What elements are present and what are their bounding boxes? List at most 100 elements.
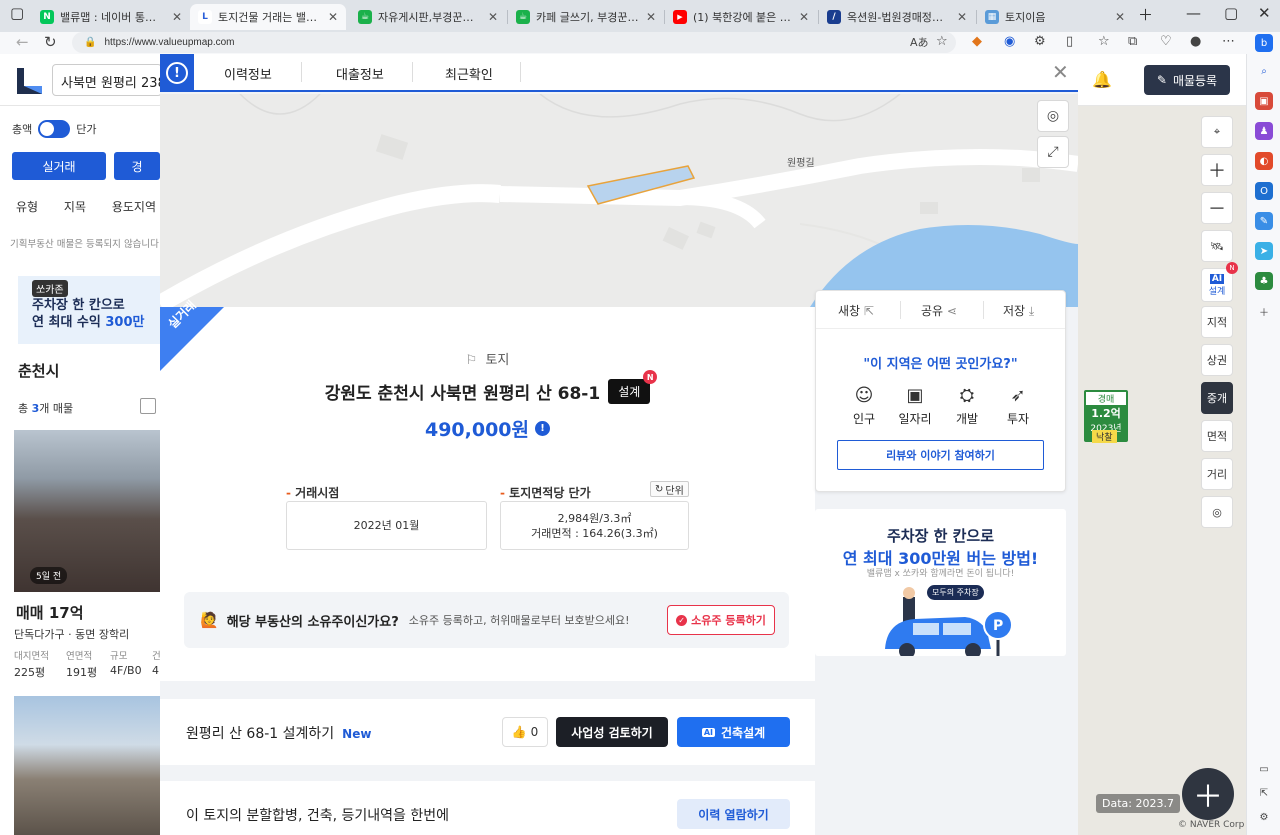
new-window-button[interactable]: 새창 ⇱ [838, 302, 874, 319]
owner-register-button[interactable]: ✓ 소유주 등록하기 [667, 605, 775, 635]
browser-tab-0[interactable]: N 밸류맵 : 네이버 통합검색 ✕ [32, 4, 190, 30]
listing-photo[interactable]: 5일 전 [14, 430, 160, 592]
split-screen-icon[interactable]: ▯ [1066, 34, 1073, 49]
total-unit-switch[interactable] [38, 120, 71, 138]
info-button[interactable]: ! [160, 54, 194, 92]
filter-type[interactable]: 유형 [16, 200, 38, 214]
close-icon[interactable]: ✕ [1115, 10, 1125, 24]
collections-icon[interactable]: ⧉ [1128, 34, 1137, 49]
settings-gear-icon[interactable]: ⚙ [1255, 808, 1273, 826]
favorite-star-icon[interactable]: ☆ [936, 34, 948, 49]
valueupmap-logo-icon[interactable] [14, 66, 44, 96]
cafe-favicon-icon: ☕ [516, 10, 530, 24]
ai-architecture-design-button[interactable]: AI 건축설계 [677, 717, 790, 747]
share-button[interactable]: 공유 ⋖ [921, 302, 957, 319]
category-development[interactable]: ⛭ 개발 [947, 385, 987, 427]
zoom-out-button[interactable]: － [1201, 192, 1233, 224]
tab-loan[interactable]: 대출정보 [336, 64, 384, 83]
sidebar-split-icon[interactable]: ▭ [1255, 760, 1273, 778]
unit-toggle-button[interactable]: ↻ 단위 [650, 481, 689, 497]
register-listing-button[interactable]: ✎ 매물등록 [1144, 65, 1230, 95]
add-icon[interactable]: ＋ [1255, 302, 1273, 320]
profile-avatar-icon[interactable]: ● [1190, 34, 1201, 49]
favorites-icon[interactable]: ☆ [1098, 34, 1110, 49]
browser-tab-1[interactable]: L 토지건물 거래는 밸류맵 ✕ [190, 4, 346, 30]
real-transaction-button[interactable]: 실거래 [12, 152, 106, 180]
close-window-icon[interactable]: ✕ [1258, 4, 1271, 22]
browser-tab-5[interactable]: / 옥션원-법원경매정보No.1 ✕ [819, 4, 975, 30]
minimize-icon[interactable]: — [1186, 4, 1201, 22]
url-input[interactable]: 🔒 https://www.valueupmap.com [72, 32, 956, 53]
extensions-puzzle-icon[interactable]: ⚙ [1034, 34, 1046, 49]
close-icon[interactable]: ✕ [799, 10, 809, 24]
extension-icon[interactable]: ◉ [1004, 34, 1015, 49]
listing-photo[interactable] [14, 696, 160, 835]
expand-map-button[interactable]: ⤢ [1037, 136, 1069, 168]
area-button[interactable]: 면적 [1201, 420, 1233, 452]
filter-checkbox[interactable] [140, 398, 156, 414]
commercial-button[interactable]: 상권 [1201, 344, 1233, 376]
tab-history[interactable]: 이력정보 [224, 64, 272, 83]
browser-tab-2[interactable]: ☕ 자유게시판,부경꾼의 재테크 인 ✕ [350, 4, 506, 30]
tab-actions-icon[interactable]: ▢ [10, 4, 24, 22]
games-icon[interactable]: ♟ [1255, 122, 1273, 140]
close-icon[interactable]: ✕ [957, 10, 967, 24]
distance-button[interactable]: 거리 [1201, 458, 1233, 490]
external-link-icon[interactable]: ⇱ [1255, 784, 1273, 802]
category-investment[interactable]: ➶ 투자 [998, 385, 1038, 427]
designer-icon[interactable]: ➤ [1255, 242, 1273, 260]
outlook-icon[interactable]: O [1255, 182, 1273, 200]
view-history-button[interactable]: 이력 열람하기 [677, 799, 790, 829]
filter-land-category[interactable]: 지목 [64, 200, 86, 214]
browser-tab-6[interactable]: ▦ 토지이음 ✕ [977, 4, 1133, 30]
office-icon[interactable]: ◐ [1255, 152, 1273, 170]
drop-icon[interactable]: ✎ [1255, 212, 1273, 230]
category-population[interactable]: ☺ 인구 [844, 385, 884, 427]
close-icon[interactable]: ✕ [1052, 60, 1069, 84]
property-type: ⚐ 토지 [160, 349, 815, 368]
cadastral-button[interactable]: 지적 [1201, 306, 1233, 338]
read-aloud-icon[interactable]: Aあ [910, 34, 929, 50]
zoom-in-button[interactable]: ＋ [1201, 154, 1233, 186]
add-fab-button[interactable]: ＋ [1182, 768, 1234, 820]
back-icon[interactable]: ← [16, 33, 29, 51]
design-badge[interactable]: 설계 N [608, 370, 658, 404]
search-icon[interactable]: ⌕ [1255, 62, 1273, 80]
parking-ad-banner[interactable]: 주차장 한 칸으로 연 최대 300만원 버는 방법! 밸류맵 x 쏘카와 함께… [815, 509, 1066, 656]
save-button[interactable]: 저장 ⤓ [1003, 302, 1034, 319]
tab-recent[interactable]: 최근확인 [445, 64, 493, 83]
close-icon[interactable]: ✕ [488, 10, 498, 24]
refresh-icon[interactable]: ↻ [44, 33, 57, 51]
price-toggle[interactable]: 총액 단가 [12, 120, 97, 138]
join-review-button[interactable]: 리뷰와 이야기 참여하기 [837, 440, 1044, 470]
filter-zoning[interactable]: 용도지역 [112, 200, 156, 214]
satellite-button[interactable]: 🛰 [1201, 230, 1233, 262]
browser-tab-3[interactable]: ☕ 카페 글쓰기, 부경꾼의 재테크 ✕ [508, 4, 664, 30]
tree-icon[interactable]: ♣ [1255, 272, 1273, 290]
feasibility-review-button[interactable]: 사업성 검토하기 [556, 717, 668, 747]
copilot-icon[interactable]: b [1255, 34, 1273, 52]
auction-button[interactable]: 경 [114, 152, 160, 180]
close-icon[interactable]: ✕ [172, 10, 182, 24]
more-menu-icon[interactable]: ⋯ [1222, 34, 1235, 49]
broker-button[interactable]: 중개 [1201, 382, 1233, 414]
browser-tab-4[interactable]: ▶ (1) 북한강에 붙은 토지가 1,200 ✕ [665, 4, 817, 30]
location-search-input[interactable]: 사북면 원평리 238-1 [52, 64, 162, 96]
bell-icon[interactable]: 🔔 [1092, 70, 1112, 89]
close-icon[interactable]: ✕ [646, 10, 656, 24]
parcel-map[interactable]: 원평길 ◎ ⤢ [160, 94, 1078, 307]
info-icon[interactable]: ! [535, 421, 551, 436]
metamask-icon[interactable]: ◆ [972, 34, 982, 49]
maximize-icon[interactable]: ▢ [1224, 4, 1238, 22]
close-icon[interactable]: ✕ [328, 10, 338, 24]
browser-essentials-icon[interactable]: ♡ [1160, 34, 1172, 49]
socar-banner[interactable]: 쏘카존 주차장 한 칸으로 연 최대 수익 300만 [18, 276, 160, 344]
new-tab-icon[interactable]: ＋ [1138, 4, 1153, 25]
refresh-icon: ↻ [655, 483, 664, 495]
category-jobs[interactable]: ▣ 일자리 [895, 385, 935, 427]
like-button[interactable]: 👍 0 [502, 717, 548, 747]
current-location-button[interactable]: ⌖ [1201, 116, 1233, 148]
street-view-button[interactable]: ◎ [1037, 100, 1069, 132]
tools-icon[interactable]: ▣ [1255, 92, 1273, 110]
street-view-button[interactable]: ◎ [1201, 496, 1233, 528]
